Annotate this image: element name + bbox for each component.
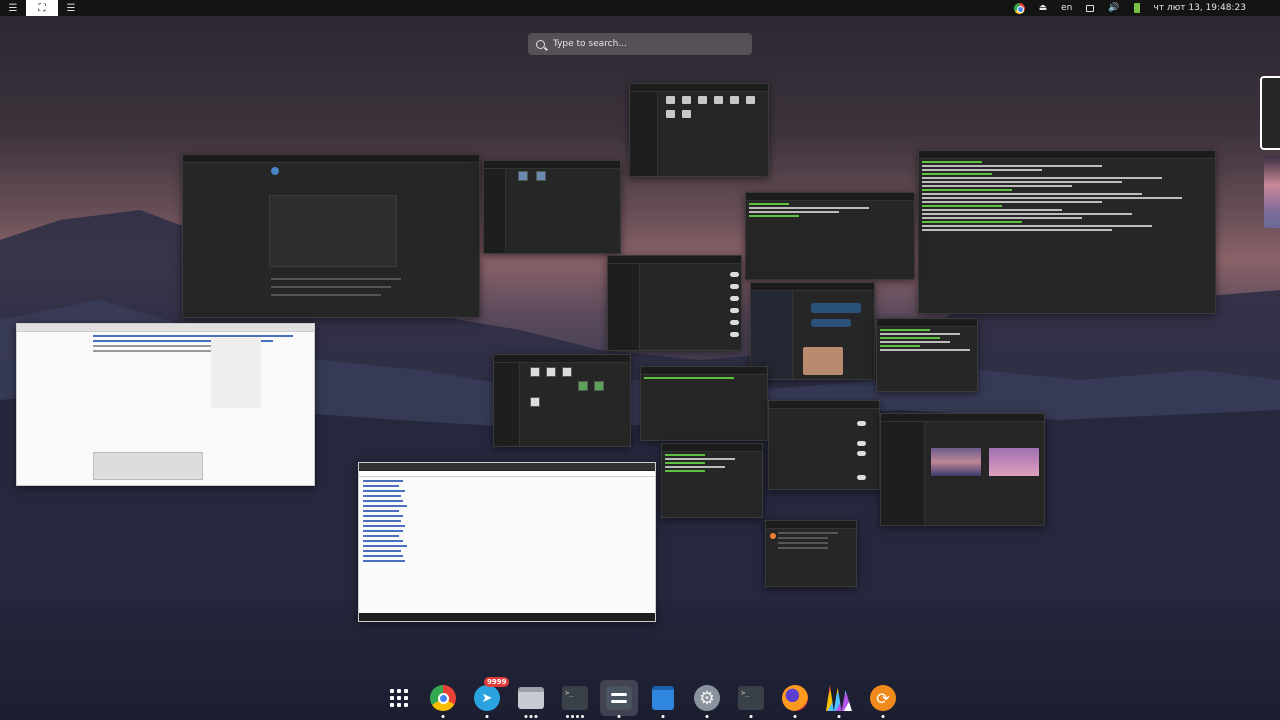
menu-icon[interactable]: ☰ [58,0,84,16]
terminal-icon-2: >_ [738,686,764,710]
eject-icon[interactable]: ⏏ [1039,3,1048,13]
battery-icon[interactable] [1133,3,1140,13]
language-indicator[interactable]: en [1061,3,1072,13]
search-input[interactable]: Type to search... [528,33,752,55]
files-launcher[interactable] [512,680,550,718]
settings-icon: ⚙ [694,685,720,711]
store-launcher[interactable] [644,680,682,718]
search-icon [536,39,545,49]
updater-launcher[interactable]: ⟳ [864,680,902,718]
window-thumbnail-browser-file-list[interactable] [358,462,656,622]
window-thumbnail-tweaks[interactable] [768,400,880,490]
window-thumbnail-settings[interactable] [607,255,742,351]
terminal-launcher-2[interactable]: >_ [732,680,770,718]
workspace-next[interactable] [1264,156,1280,228]
app-grid-icon [390,689,408,707]
updater-icon: ⟳ [870,685,896,711]
notification-badge: 9999 [484,677,510,687]
window-thumbnail-files-images[interactable] [493,354,631,447]
chrome-launcher[interactable] [424,680,462,718]
window-thumbnail-terminal-empty[interactable] [640,366,768,441]
hamburger-icon[interactable]: ☰ [0,0,26,16]
window-thumbnail-telegram[interactable] [750,282,875,380]
window-thumbnail-background-settings[interactable] [880,413,1045,526]
window-thumbnail-terminal-update[interactable] [661,443,763,518]
window-thumbnail-terminal-large[interactable] [918,150,1216,314]
window-thumbnail-browser-forum[interactable] [16,323,315,486]
files-icon [518,687,544,709]
search-placeholder: Type to search... [553,39,627,49]
overview-button[interactable]: ⛶ [26,0,58,16]
clock[interactable]: чт лют 13, 19:48:23 [1154,3,1246,13]
chrome-icon [430,685,456,711]
screen-icon[interactable] [1086,4,1095,12]
terminal-launcher[interactable]: >_ [556,680,594,718]
dock: ➤ 9999 >_ ⚙ >_ ⟳ [380,677,902,718]
settings-launcher[interactable]: ⚙ [688,680,726,718]
app-grid-button[interactable] [380,680,418,716]
window-thumbnail-files-small[interactable] [483,160,621,254]
sublime-icon [826,685,852,711]
terminal-icon: >_ [562,686,588,710]
telegram-icon: ➤ [474,685,500,711]
sublime-launcher[interactable] [820,680,858,718]
tweaks-icon [606,686,632,710]
workspace-current[interactable] [1260,76,1280,150]
firefox-icon [782,685,808,711]
top-panel: ☰ ⛶ ☰ ⏏ en 🔊 чт лют 13, 19:48:23 [0,0,1280,16]
window-thumbnail-terminal-mid[interactable] [876,318,978,392]
firefox-launcher[interactable] [776,680,814,718]
tweaks-launcher[interactable] [600,680,638,718]
window-thumbnail-photo-viewer[interactable] [182,154,480,318]
window-thumbnail-software-updater[interactable] [765,520,857,587]
window-thumbnail-files-top[interactable] [629,83,769,177]
store-icon [652,686,674,710]
chrome-tray-icon[interactable] [1013,2,1025,14]
window-thumbnail-terminal-small[interactable] [745,192,915,280]
volume-icon[interactable]: 🔊 [1108,3,1119,13]
telegram-launcher[interactable]: ➤ 9999 [468,677,510,718]
